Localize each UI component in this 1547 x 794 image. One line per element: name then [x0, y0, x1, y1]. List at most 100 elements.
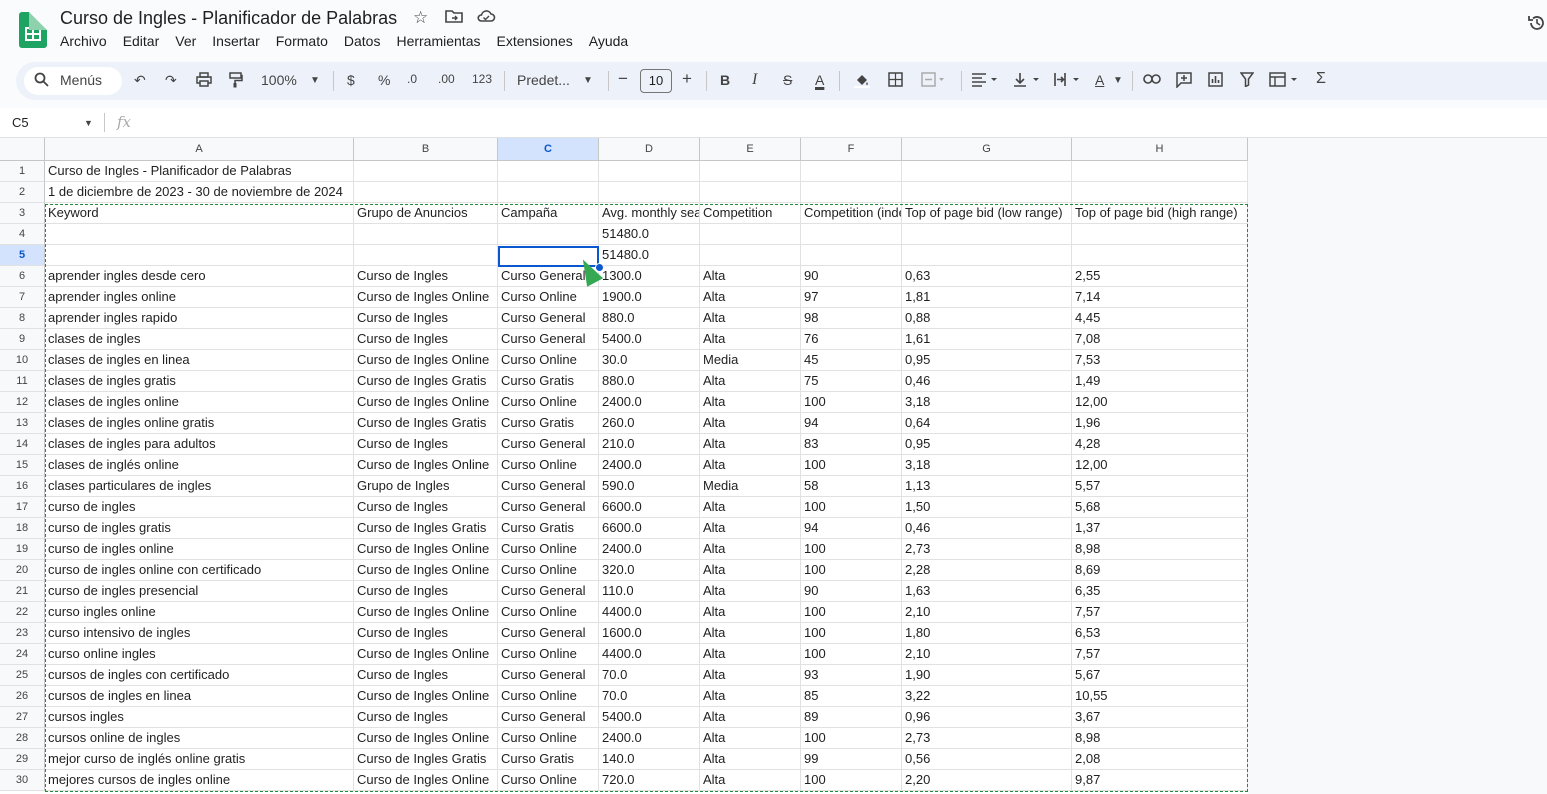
cell-a22[interactable]: curso ingles online — [45, 602, 354, 623]
cell-d27[interactable]: 5400.0 — [599, 707, 700, 728]
cell-d5[interactable]: 51480.0 — [599, 245, 700, 266]
cell-d11[interactable]: 880.0 — [599, 371, 700, 392]
text-rotation-button[interactable]: A — [1095, 72, 1104, 88]
select-all-corner[interactable] — [0, 138, 45, 161]
cell-b22[interactable]: Curso de Ingles Online — [354, 602, 498, 623]
cell-g5[interactable] — [902, 245, 1072, 266]
cell-h2[interactable] — [1072, 182, 1248, 203]
cell-h11[interactable]: 1,49 — [1072, 371, 1248, 392]
cell-b5[interactable] — [354, 245, 498, 266]
cell-h8[interactable]: 4,45 — [1072, 308, 1248, 329]
cell-f4[interactable] — [801, 224, 902, 245]
cell-d26[interactable]: 70.0 — [599, 686, 700, 707]
cell-g18[interactable]: 0,46 — [902, 518, 1072, 539]
cell-b9[interactable]: Curso de Ingles — [354, 329, 498, 350]
column-header-b[interactable]: B — [354, 138, 498, 161]
cell-e3[interactable]: Competition — [700, 203, 801, 224]
cell-d3[interactable]: Avg. monthly searches — [599, 203, 700, 224]
cell-c19[interactable]: Curso Online — [498, 539, 599, 560]
cell-b8[interactable]: Curso de Ingles — [354, 308, 498, 329]
insert-chart-icon[interactable] — [1208, 72, 1223, 90]
zoom-dropdown-icon[interactable]: ▼ — [310, 75, 320, 86]
cell-g20[interactable]: 2,28 — [902, 560, 1072, 581]
cell-f14[interactable]: 83 — [801, 434, 902, 455]
cell-h25[interactable]: 5,67 — [1072, 665, 1248, 686]
text-rotation-dropdown-icon[interactable]: ▼ — [1113, 75, 1123, 86]
column-header-f[interactable]: F — [801, 138, 902, 161]
cell-d28[interactable]: 2400.0 — [599, 728, 700, 749]
cell-b21[interactable]: Curso de Ingles — [354, 581, 498, 602]
bold-button[interactable]: B — [720, 72, 730, 88]
number-format-button[interactable]: 123 — [472, 72, 492, 86]
menu-editar[interactable]: Editar — [123, 33, 168, 49]
cell-b12[interactable]: Curso de Ingles Online — [354, 392, 498, 413]
cell-d22[interactable]: 4400.0 — [599, 602, 700, 623]
cell-b17[interactable]: Curso de Ingles — [354, 497, 498, 518]
cell-a7[interactable]: aprender ingles online — [45, 287, 354, 308]
cell-f28[interactable]: 100 — [801, 728, 902, 749]
percent-format-button[interactable]: % — [378, 72, 390, 88]
cell-a15[interactable]: clases de inglés online — [45, 455, 354, 476]
cell-c27[interactable]: Curso General — [498, 707, 599, 728]
cell-f16[interactable]: 58 — [801, 476, 902, 497]
cell-h21[interactable]: 6,35 — [1072, 581, 1248, 602]
cell-a17[interactable]: curso de ingles — [45, 497, 354, 518]
row-header[interactable]: 14 — [0, 434, 45, 455]
row-header[interactable]: 5 — [0, 245, 45, 266]
redo-icon[interactable]: ↷ — [165, 72, 177, 89]
vertical-align-icon[interactable] — [1013, 72, 1043, 90]
sheets-logo-icon[interactable] — [19, 12, 47, 48]
row-header[interactable]: 23 — [0, 623, 45, 644]
cell-b25[interactable]: Curso de Ingles — [354, 665, 498, 686]
cell-g17[interactable]: 1,50 — [902, 497, 1072, 518]
row-header[interactable]: 26 — [0, 686, 45, 707]
cell-a10[interactable]: clases de ingles en linea — [45, 350, 354, 371]
cell-h28[interactable]: 8,98 — [1072, 728, 1248, 749]
row-header[interactable]: 7 — [0, 287, 45, 308]
cell-d1[interactable] — [599, 161, 700, 182]
cell-c3[interactable]: Campaña — [498, 203, 599, 224]
font-select[interactable]: Predet... — [517, 72, 570, 88]
row-header[interactable]: 28 — [0, 728, 45, 749]
row-header[interactable]: 13 — [0, 413, 45, 434]
cell-g16[interactable]: 1,13 — [902, 476, 1072, 497]
italic-button[interactable]: I — [752, 71, 757, 89]
cell-a8[interactable]: aprender ingles rapido — [45, 308, 354, 329]
cell-e11[interactable]: Alta — [700, 371, 801, 392]
cell-c9[interactable]: Curso General — [498, 329, 599, 350]
currency-format-button[interactable]: $ — [347, 72, 355, 88]
cell-h4[interactable] — [1072, 224, 1248, 245]
cell-d10[interactable]: 30.0 — [599, 350, 700, 371]
version-history-icon[interactable] — [1527, 13, 1547, 39]
cell-f3[interactable]: Competition (indexed value) — [801, 203, 902, 224]
cell-b29[interactable]: Curso de Ingles Gratis — [354, 749, 498, 770]
cell-c13[interactable]: Curso Gratis — [498, 413, 599, 434]
cell-e18[interactable]: Alta — [700, 518, 801, 539]
cell-f22[interactable]: 100 — [801, 602, 902, 623]
functions-icon[interactable]: Σ — [1316, 70, 1326, 88]
cell-c16[interactable]: Curso General — [498, 476, 599, 497]
cell-f19[interactable]: 100 — [801, 539, 902, 560]
cell-g2[interactable] — [902, 182, 1072, 203]
row-header[interactable]: 27 — [0, 707, 45, 728]
cell-g4[interactable] — [902, 224, 1072, 245]
cell-g28[interactable]: 2,73 — [902, 728, 1072, 749]
cell-g9[interactable]: 1,61 — [902, 329, 1072, 350]
cell-d9[interactable]: 5400.0 — [599, 329, 700, 350]
cell-c29[interactable]: Curso Gratis — [498, 749, 599, 770]
insert-comment-icon[interactable] — [1176, 72, 1192, 91]
cell-c30[interactable]: Curso Online — [498, 770, 599, 791]
cell-d8[interactable]: 880.0 — [599, 308, 700, 329]
row-header[interactable]: 19 — [0, 539, 45, 560]
cell-c20[interactable]: Curso Online — [498, 560, 599, 581]
cell-h18[interactable]: 1,37 — [1072, 518, 1248, 539]
cell-g6[interactable]: 0,63 — [902, 266, 1072, 287]
column-header-h[interactable]: H — [1072, 138, 1248, 161]
cell-d29[interactable]: 140.0 — [599, 749, 700, 770]
cell-e29[interactable]: Alta — [700, 749, 801, 770]
cell-g13[interactable]: 0,64 — [902, 413, 1072, 434]
row-header[interactable]: 6 — [0, 266, 45, 287]
cell-f30[interactable]: 100 — [801, 770, 902, 791]
cell-h6[interactable]: 2,55 — [1072, 266, 1248, 287]
cell-f8[interactable]: 98 — [801, 308, 902, 329]
